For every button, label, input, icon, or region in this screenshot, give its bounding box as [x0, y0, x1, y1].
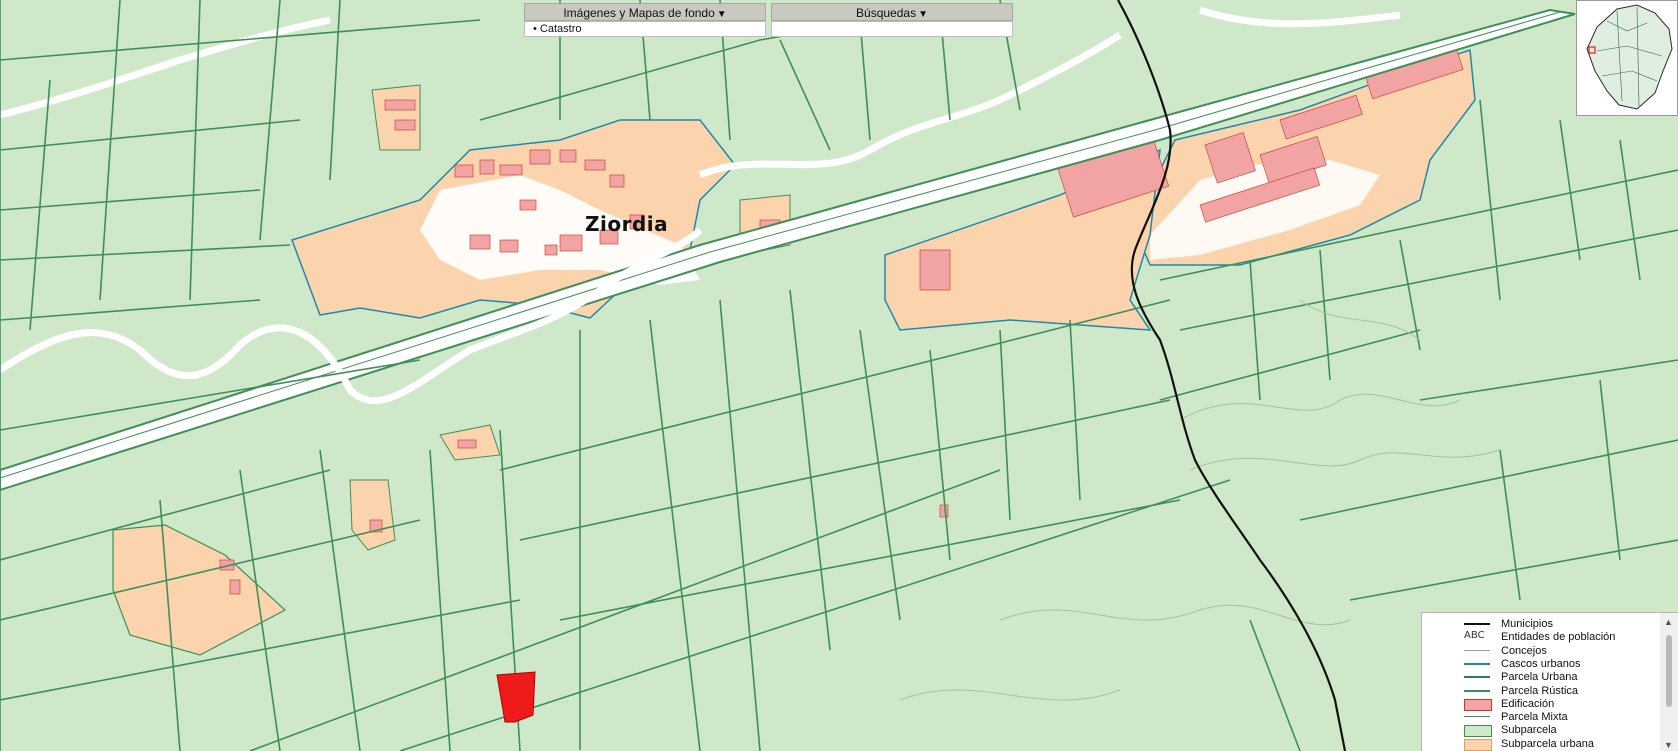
legend-item: Parcela Rústica: [1422, 684, 1658, 698]
legend-label: Parcela Rústica: [1501, 684, 1579, 697]
dropdown-arrow-icon: ▼: [716, 9, 727, 20]
scroll-up-icon[interactable]: ▲: [1664, 617, 1673, 627]
legend-symbol-line-green-dark: [1464, 676, 1490, 679]
legend-item: Municipios: [1422, 617, 1658, 631]
legend-item: Edificación: [1422, 697, 1658, 711]
legend-label: Parcela Mixta: [1501, 711, 1568, 724]
legend-item: Parcela Urbana: [1422, 670, 1658, 684]
legend-symbol-line-grey: [1464, 649, 1490, 651]
legend-item: ABC Entidades de población: [1422, 630, 1658, 644]
search-dropdown[interactable]: [771, 21, 1013, 37]
legend-symbol-line-black: [1464, 623, 1490, 625]
legend-item: Cascos urbanos: [1422, 657, 1658, 671]
legend-label: Entidades de población: [1501, 631, 1616, 644]
legend-label: Subparcela: [1501, 724, 1557, 737]
legend-scrollbar[interactable]: ▲ ▼: [1660, 613, 1678, 751]
dropdown-arrow-icon: ▼: [918, 9, 928, 20]
legend-item: Concejos: [1422, 644, 1658, 658]
legend-item: Subparcela urbana: [1422, 737, 1658, 751]
legend-symbol-line-green-thin: [1464, 716, 1490, 718]
navarra-overview-map: [1586, 4, 1673, 110]
images-maps-menu-button[interactable]: Imágenes y Mapas de fondo ▼: [524, 3, 766, 21]
legend-item: Subparcela: [1422, 723, 1658, 738]
legend-label: Concejos: [1501, 644, 1547, 657]
legend-symbol-line-green: [1464, 689, 1490, 692]
legend-symbol-fill-orange: [1464, 738, 1492, 751]
legend-symbol-fill-green: [1464, 725, 1492, 738]
legend-symbol-line-blue: [1464, 662, 1490, 665]
scroll-down-icon[interactable]: ▼: [1664, 740, 1673, 750]
legend-label: Subparcela urbana: [1501, 737, 1594, 750]
place-label-ziordia: Ziordia: [585, 212, 669, 236]
map-legend[interactable]: Municipios ABC Entidades de población Conce…: [1421, 612, 1678, 751]
overview-minimap[interactable]: [1576, 0, 1678, 116]
legend-label: Municipios: [1501, 618, 1553, 630]
legend-symbol-fill-pink: [1464, 698, 1492, 711]
legend-label: Parcela Urbana: [1501, 671, 1578, 684]
legend-label: Cascos urbanos: [1501, 657, 1581, 670]
legend-symbol-ABC: ABC: [1464, 630, 1485, 642]
legend-item: Parcela Mixta: [1422, 710, 1658, 724]
images-maps-menu-label: Imágenes y Mapas de fondo: [563, 6, 715, 20]
legend-label: Edificación: [1501, 697, 1555, 710]
images-dropdown-selected[interactable]: • Catastro: [524, 21, 766, 37]
search-menu-button[interactable]: Búsquedas ▼: [771, 3, 1013, 21]
search-menu-label: Búsquedas: [856, 6, 917, 20]
scroll-thumb[interactable]: [1666, 635, 1672, 707]
